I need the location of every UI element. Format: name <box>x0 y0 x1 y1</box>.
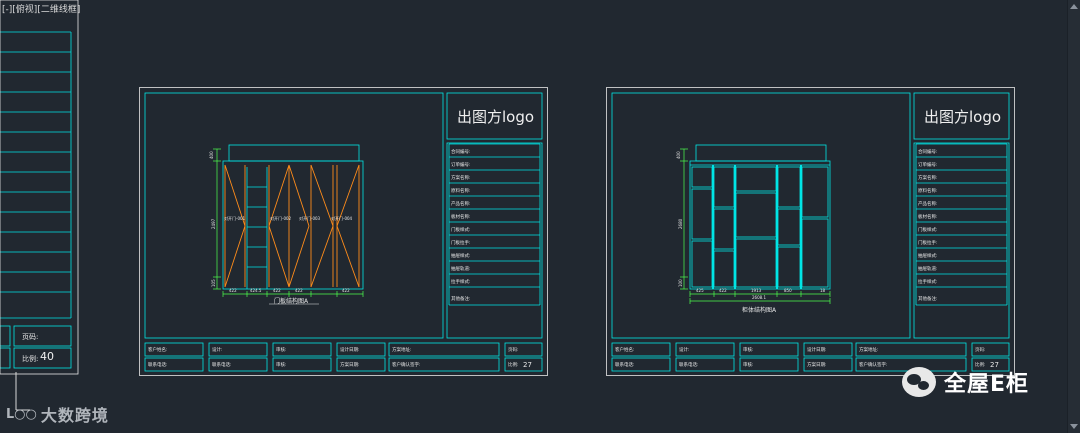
sheet2-footer: 审核: <box>743 361 754 368</box>
sheet1-field: 拉手样式: <box>451 278 471 285</box>
sheet2-dim: 1913 <box>751 288 762 293</box>
sheet1-door-label: 对开门-004 <box>331 215 353 221</box>
sheet1-ratio-label: 比例: <box>508 361 519 368</box>
sheet1-dim: 400 <box>209 151 214 159</box>
wechat-icon <box>902 367 936 397</box>
sheet2-drawing-title: 柜体结构图A <box>742 306 777 314</box>
sheet2-dim: 400 <box>676 151 681 159</box>
sheet1-field: 方案名称: <box>451 174 471 181</box>
sheet2-field: 门板拉手: <box>918 239 938 246</box>
sheet1-footer: 设计: <box>212 346 223 353</box>
sheet2-footer: 客户确认签字: <box>859 361 888 368</box>
sheet2-field: 原料名称: <box>918 187 938 194</box>
sheet2-dim-total: 2608.1 <box>752 295 766 300</box>
brand-text: 全屋E柜 <box>944 372 1030 397</box>
sheet1-door-label: 对开门-003 <box>299 215 321 221</box>
sheet1-drawing-title: 门板结构图A <box>274 297 309 305</box>
sheet1-dim: 422 <box>273 288 281 293</box>
left-ratio-label: 比例: <box>22 355 39 363</box>
sheet2-field: 方案名称: <box>918 174 938 181</box>
watermark-logo-icon: ᒪ○○ <box>6 406 37 422</box>
left-page-label: 页码: <box>22 333 39 341</box>
sheet2-footer: 联系电话: <box>679 361 699 368</box>
sheet2-field: 合同编号: <box>918 148 938 155</box>
sheet1-door-label: 对开门-002 <box>270 215 292 221</box>
sheet1-field: 原料名称: <box>451 187 471 194</box>
watermark: ᒪ○○ 大数跨境 <box>6 401 109 427</box>
scroll-up-icon[interactable] <box>1070 4 1078 9</box>
sheet2-dim: 2680 <box>678 218 683 229</box>
brand-badge: 全屋E柜 <box>902 366 1029 398</box>
sheet2-field: 板材名称: <box>918 213 938 220</box>
sheet1-ratio-value: 27 <box>523 361 532 369</box>
sheet2-footer: 方案日期: <box>807 361 827 368</box>
left-partial-sheet <box>0 0 79 375</box>
sheet2-dim: 422 <box>719 288 727 293</box>
sheet2-footer: 审核: <box>743 346 754 353</box>
sheet2-field: 抽屉轨道: <box>918 265 938 272</box>
sheet1-dim: 422 <box>229 288 237 293</box>
sheet2-footer: 设计日期: <box>807 346 827 353</box>
sheet1-footer: 方案地址: <box>392 346 412 353</box>
sheet1-footer: 审核: <box>276 346 287 353</box>
sheet1-footer: 客户确认签字: <box>392 361 421 368</box>
sheet2-footer: 联系电话: <box>615 361 635 368</box>
sheet1-field: 板材名称: <box>451 213 471 220</box>
sheet2-field: 产品名称: <box>918 200 938 207</box>
sheet2-field: 订单编号: <box>918 161 938 168</box>
sheet2-page-label: 页码: <box>975 346 986 353</box>
drawing-sheet-2[interactable]: 出图方logo 合同编号: 订单编号: 方案名称: 原料名称: 产品名称: 板材… <box>606 87 1015 376</box>
sheet2-dim: 18 <box>820 288 826 293</box>
sheet1-field: 门板拉手: <box>451 239 471 246</box>
left-ratio-value: 40 <box>40 350 54 363</box>
sheet1-field: 其他备注: <box>451 295 471 302</box>
sheet1-footer: 联系电话: <box>212 361 232 368</box>
sheet2-footer: 设计: <box>679 346 690 353</box>
sheet1-footer: 方案日期: <box>340 361 360 368</box>
sheet2-dim: 425 <box>696 288 704 293</box>
sheet1-dim: 2497 <box>211 218 216 229</box>
sheet1-dim: 105 <box>211 279 216 287</box>
sheet2-field: 拉手样式: <box>918 278 938 285</box>
sheet1-door-label: 对开门-001 <box>224 215 246 221</box>
sheet1-field: 门板样式: <box>451 226 471 233</box>
sheet2-field: 其他备注: <box>918 295 938 302</box>
sheet1-dim: 422 <box>295 288 303 293</box>
sheet1-dim: 422 <box>342 288 350 293</box>
sheet1-footer: 设计日期: <box>340 346 360 353</box>
scroll-down-icon[interactable] <box>1070 424 1078 429</box>
sheet2-field: 抽屉样式: <box>918 252 938 259</box>
sheet1-footer: 客户姓名: <box>148 346 168 353</box>
watermark-text: 大数跨境 <box>40 406 109 425</box>
sheet2-logo: 出图方logo <box>924 108 1001 126</box>
drawing-sheet-1[interactable]: 出图方logo 合同编号: 订单编号: 方案名称: 原料名称: 产品名称: 板材… <box>139 87 548 376</box>
sheet1-field: 产品名称: <box>451 200 471 207</box>
sheet1-field: 抽屉样式: <box>451 252 471 259</box>
vertical-scrollbar[interactable] <box>1067 0 1080 433</box>
sheet1-field: 合同编号: <box>451 148 471 155</box>
sheet2-dim: 850 <box>784 288 792 293</box>
sheet2-footer: 方案地址: <box>859 346 879 353</box>
sheet1-footer: 联系电话: <box>148 361 168 368</box>
sheet2-footer: 客户姓名: <box>615 346 635 353</box>
sheet1-field: 订单编号: <box>451 161 471 168</box>
sheet2-dim: 100 <box>678 279 683 287</box>
sheet1-footer: 审核: <box>276 361 287 368</box>
sheet1-page-label: 页码: <box>508 346 519 353</box>
sheet1-field: 抽屉轨道: <box>451 265 471 272</box>
sheet2-field: 门板样式: <box>918 226 938 233</box>
sheet1-logo: 出图方logo <box>457 108 534 126</box>
sheet1-dim: 424.5 <box>250 288 262 293</box>
